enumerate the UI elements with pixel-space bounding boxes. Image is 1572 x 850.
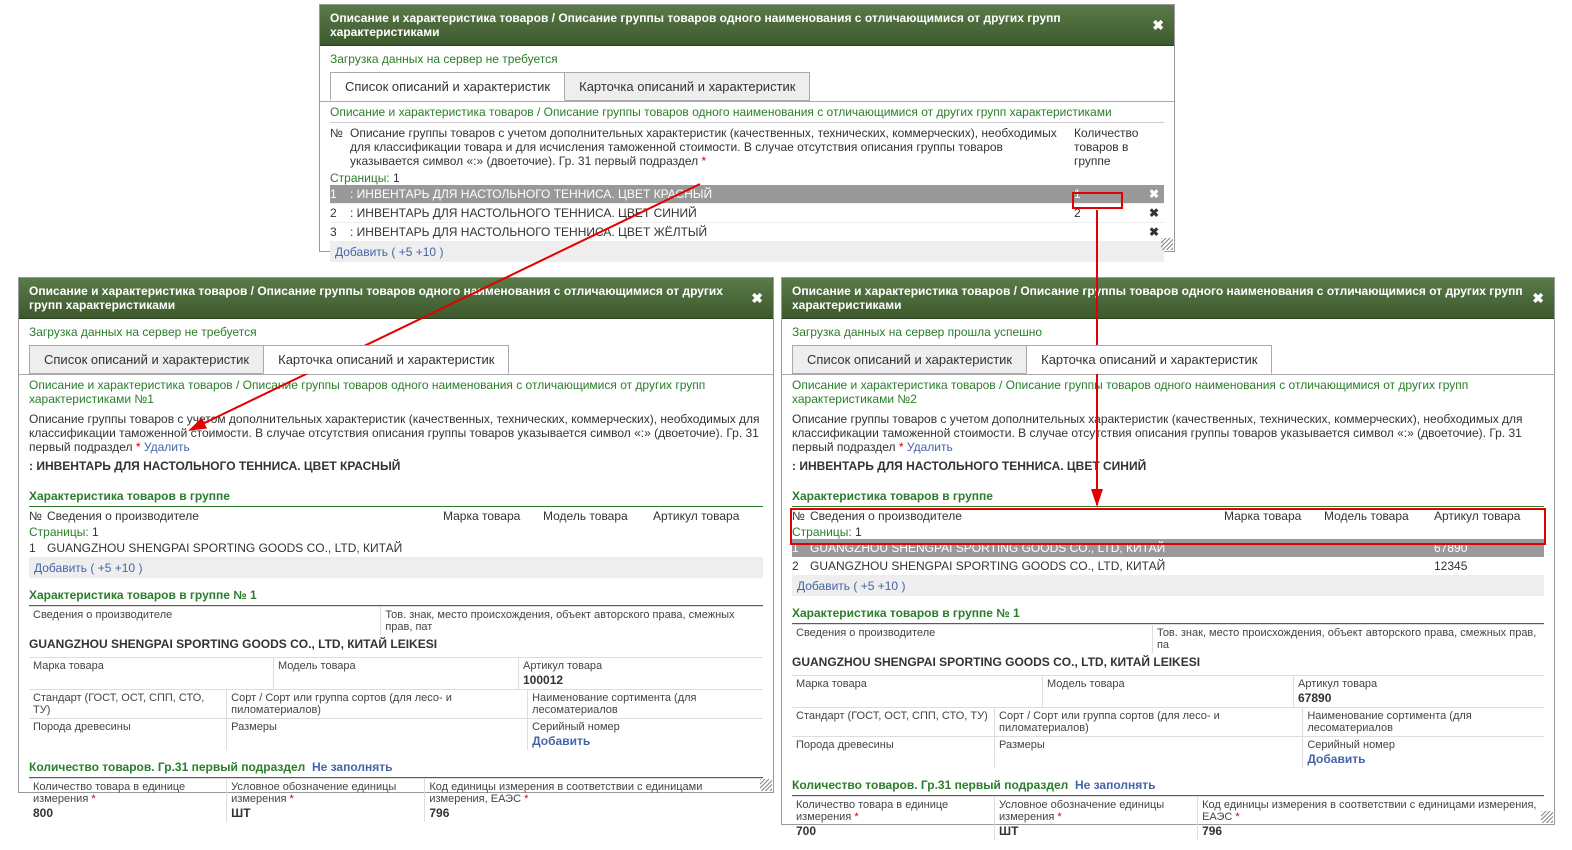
resize-grip-icon[interactable] — [1161, 238, 1173, 250]
panel-top: Описание и характеристика товаров / Опис… — [319, 4, 1175, 252]
delete-icon[interactable]: ✖ — [1144, 225, 1164, 239]
table-row[interactable]: 2 GUANGZHOU SHENGPAI SPORTING GOODS CO.,… — [792, 557, 1544, 576]
tab-list[interactable]: Список описаний и характеристик — [792, 345, 1027, 374]
delete-icon[interactable]: ✖ — [1144, 206, 1164, 220]
table-row[interactable]: 2 : ИНВЕНТАРЬ ДЛЯ НАСТОЛЬНОГО ТЕННИСА. Ц… — [330, 204, 1164, 223]
not-fill-link[interactable]: Не заполнять — [1075, 778, 1156, 792]
panel-right: Описание и характеристика товаров / Опис… — [781, 277, 1555, 825]
add-button[interactable]: Добавить — [335, 245, 388, 259]
close-icon[interactable]: ✖ — [1532, 290, 1544, 307]
col-qty: Количество товаров в группе — [1074, 126, 1144, 168]
resize-grip-icon[interactable] — [760, 779, 772, 791]
delete-link[interactable]: Удалить — [907, 440, 953, 454]
section-group1: Характеристика товаров в группе № 1 — [29, 583, 763, 606]
add5-button[interactable]: ( +5 — [391, 245, 412, 259]
delete-icon[interactable]: ✖ — [1144, 187, 1164, 201]
not-fill-link[interactable]: Не заполнять — [312, 760, 393, 774]
col-desc: Описание группы товаров с учетом дополни… — [350, 126, 1074, 168]
table-row[interactable]: 3 : ИНВЕНТАРЬ ДЛЯ НАСТОЛЬНОГО ТЕННИСА. Ц… — [330, 223, 1164, 242]
panel-left-header: Описание и характеристика товаров / Опис… — [19, 278, 773, 319]
status-right: Загрузка данных на сервер прошла успешно — [782, 319, 1554, 345]
panel-left-title: Описание и характеристика товаров / Опис… — [29, 284, 751, 312]
add-serial-button[interactable]: Добавить — [1307, 751, 1540, 766]
tab-card[interactable]: Карточка описаний и характеристик — [1026, 345, 1272, 374]
resize-grip-icon[interactable] — [1541, 811, 1553, 823]
add-button[interactable]: Добавить — [34, 561, 87, 575]
pages-label: Страницы: — [330, 171, 390, 185]
panel-left: Описание и характеристика товаров / Опис… — [18, 277, 774, 793]
panel-top-title: Описание и характеристика товаров / Опис… — [330, 11, 1152, 39]
breadcrumb-right[interactable]: Описание и характеристика товаров / Опис… — [792, 375, 1544, 409]
tab-list[interactable]: Список описаний и характеристик — [330, 72, 565, 101]
close-icon[interactable]: ✖ — [751, 290, 763, 307]
breadcrumb-top[interactable]: Описание и характеристика товаров / Опис… — [330, 102, 1164, 122]
add-serial-button[interactable]: Добавить — [532, 733, 759, 748]
panel-right-title: Описание и характеристика товаров / Опис… — [792, 284, 1532, 312]
section-characteristics: Характеристика товаров в группе — [792, 484, 1544, 507]
tab-card[interactable]: Карточка описаний и характеристик — [263, 345, 509, 374]
table-row[interactable]: 1 GUANGZHOU SHENGPAI SPORTING GOODS CO.,… — [792, 539, 1544, 557]
tabs-top: Список описаний и характеристик Карточка… — [320, 72, 1174, 101]
tab-card[interactable]: Карточка описаний и характеристик — [564, 72, 810, 101]
table-row[interactable]: 1 GUANGZHOU SHENGPAI SPORTING GOODS CO.,… — [29, 539, 763, 558]
tab-list[interactable]: Список описаний и характеристик — [29, 345, 264, 374]
panel-right-header: Описание и характеристика товаров / Опис… — [782, 278, 1554, 319]
desc-value: : ИНВЕНТАРЬ ДЛЯ НАСТОЛЬНОГО ТЕННИСА. ЦВЕ… — [792, 457, 1544, 479]
desc-hint: Описание группы товаров с учетом дополни… — [29, 409, 763, 457]
desc-value: : ИНВЕНТАРЬ ДЛЯ НАСТОЛЬНОГО ТЕННИСА. ЦВЕ… — [29, 457, 763, 479]
delete-link[interactable]: Удалить — [144, 440, 190, 454]
panel-top-header: Описание и характеристика товаров / Опис… — [320, 5, 1174, 46]
add-button[interactable]: Добавить — [797, 579, 850, 593]
status-top: Загрузка данных на сервер не требуется — [320, 46, 1174, 72]
col-n: № — [330, 126, 350, 168]
add10-button[interactable]: +10 ) — [416, 245, 444, 259]
breadcrumb-left[interactable]: Описание и характеристика товаров / Опис… — [29, 375, 763, 409]
close-icon[interactable]: ✖ — [1152, 17, 1164, 34]
status-left: Загрузка данных на сервер не требуется — [19, 319, 773, 345]
section-characteristics: Характеристика товаров в группе — [29, 484, 763, 507]
table-row[interactable]: 1 : ИНВЕНТАРЬ ДЛЯ НАСТОЛЬНОГО ТЕННИСА. Ц… — [330, 185, 1164, 204]
